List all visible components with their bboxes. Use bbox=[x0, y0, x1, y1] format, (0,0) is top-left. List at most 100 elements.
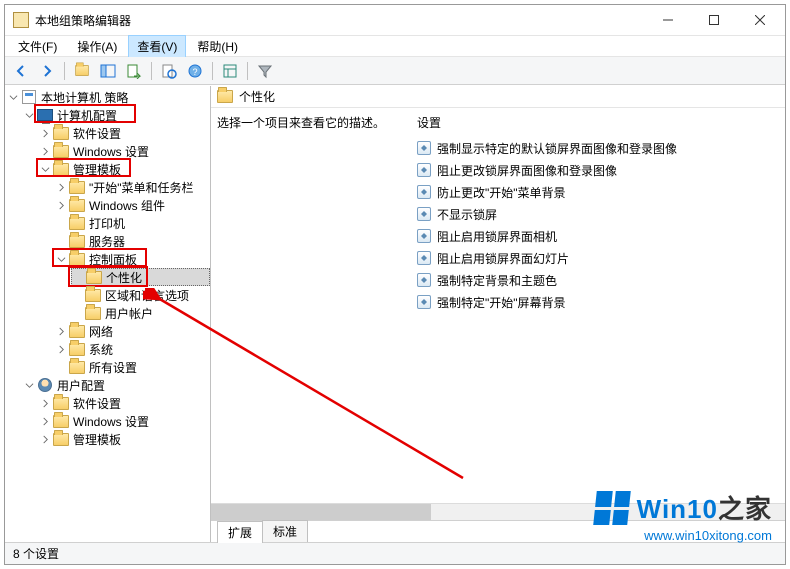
tree-admin-templates[interactable]: 管理模板 bbox=[39, 160, 210, 178]
tree-label: 软件设置 bbox=[73, 125, 121, 142]
tree-control-panel[interactable]: 控制面板 bbox=[55, 250, 210, 268]
content-header: 个性化 bbox=[211, 86, 785, 108]
chevron-right-icon[interactable] bbox=[39, 397, 51, 409]
chevron-right-icon[interactable] bbox=[39, 433, 51, 445]
toolbar-separator bbox=[247, 62, 248, 80]
tree-all-settings[interactable]: 所有设置 bbox=[55, 358, 210, 376]
chevron-right-icon[interactable] bbox=[39, 127, 51, 139]
up-button[interactable] bbox=[70, 60, 94, 82]
folder-icon bbox=[53, 431, 69, 447]
chevron-right-icon[interactable] bbox=[39, 415, 51, 427]
tree-server[interactable]: 服务器 bbox=[55, 232, 210, 250]
folder-icon bbox=[69, 179, 85, 195]
tree-win-components[interactable]: Windows 组件 bbox=[55, 196, 210, 214]
show-hide-tree-button[interactable] bbox=[96, 60, 120, 82]
tree-personalization[interactable]: 个性化 bbox=[71, 268, 210, 286]
menu-view[interactable]: 查看(V) bbox=[128, 35, 186, 58]
back-button[interactable] bbox=[9, 60, 33, 82]
list-item[interactable]: 阻止更改锁屏界面图像和登录图像 bbox=[417, 159, 779, 181]
minimize-button[interactable] bbox=[645, 6, 691, 34]
list-item[interactable]: 阻止启用锁屏界面相机 bbox=[417, 225, 779, 247]
chevron-down-icon[interactable] bbox=[7, 91, 19, 103]
tree-label: 用户配置 bbox=[57, 377, 105, 394]
policy-icon bbox=[417, 141, 431, 155]
help-button[interactable]: ? bbox=[183, 60, 207, 82]
menu-file[interactable]: 文件(F) bbox=[9, 35, 66, 58]
tree-label: Windows 组件 bbox=[89, 197, 165, 214]
tab-standard[interactable]: 标准 bbox=[262, 520, 308, 542]
tree-network[interactable]: 网络 bbox=[55, 322, 210, 340]
folder-icon bbox=[69, 197, 85, 213]
tree-win-settings[interactable]: Windows 设置 bbox=[39, 142, 210, 160]
menu-action[interactable]: 操作(A) bbox=[68, 35, 126, 58]
tree-label: 本地计算机 策略 bbox=[41, 89, 128, 106]
list-item[interactable]: 不显示锁屏 bbox=[417, 203, 779, 225]
forward-button[interactable] bbox=[35, 60, 59, 82]
scrollbar-thumb[interactable] bbox=[211, 504, 431, 520]
tree-pane[interactable]: 本地计算机 策略 计算机配置 bbox=[5, 86, 211, 542]
tree-label: 网络 bbox=[89, 323, 113, 340]
tree-u-win-settings[interactable]: Windows 设置 bbox=[39, 412, 210, 430]
tree-label: 管理模板 bbox=[73, 161, 121, 178]
tree-region-lang[interactable]: 区域和语言选项 bbox=[71, 286, 210, 304]
tree-user-accounts[interactable]: 用户帐户 bbox=[71, 304, 210, 322]
folder-icon bbox=[85, 305, 101, 321]
menu-help[interactable]: 帮助(H) bbox=[188, 35, 247, 58]
tree-label: 打印机 bbox=[89, 215, 125, 232]
chevron-right-icon[interactable] bbox=[55, 199, 67, 211]
tree-system[interactable]: 系统 bbox=[55, 340, 210, 358]
chevron-down-icon[interactable] bbox=[23, 379, 35, 391]
export-list-button[interactable] bbox=[122, 60, 146, 82]
tree-sw-settings[interactable]: 软件设置 bbox=[39, 124, 210, 142]
tree-user-config[interactable]: 用户配置 bbox=[23, 376, 210, 394]
policy-icon bbox=[417, 207, 431, 221]
menubar: 文件(F) 操作(A) 查看(V) 帮助(H) bbox=[5, 35, 785, 57]
properties-button[interactable] bbox=[218, 60, 242, 82]
list-item[interactable]: 强制显示特定的默认锁屏界面图像和登录图像 bbox=[417, 137, 779, 159]
chevron-down-icon[interactable] bbox=[23, 109, 35, 121]
list-item[interactable]: 强制特定背景和主题色 bbox=[417, 269, 779, 291]
policy-icon bbox=[417, 251, 431, 265]
tree-start-taskbar[interactable]: "开始"菜单和任务栏 bbox=[55, 178, 210, 196]
svg-text:?: ? bbox=[192, 67, 197, 77]
folder-icon bbox=[53, 395, 69, 411]
tree-root[interactable]: 本地计算机 策略 bbox=[7, 88, 210, 106]
tab-extended[interactable]: 扩展 bbox=[217, 521, 263, 543]
toolbar-separator bbox=[212, 62, 213, 80]
app-icon bbox=[13, 12, 29, 28]
tree-computer-config[interactable]: 计算机配置 bbox=[23, 106, 210, 124]
tree-label: 管理模板 bbox=[73, 431, 121, 448]
horizontal-scrollbar[interactable] bbox=[211, 503, 785, 520]
chevron-right-icon[interactable] bbox=[55, 181, 67, 193]
list-item[interactable]: 强制特定"开始"屏幕背景 bbox=[417, 291, 779, 313]
chevron-down-icon[interactable] bbox=[39, 163, 51, 175]
maximize-button[interactable] bbox=[691, 6, 737, 34]
toolbar-separator bbox=[151, 62, 152, 80]
folder-icon bbox=[69, 359, 85, 375]
list-column-header[interactable]: 设置 bbox=[417, 114, 779, 137]
tree-label: 所有设置 bbox=[89, 359, 137, 376]
close-button[interactable] bbox=[737, 6, 783, 34]
folder-icon bbox=[53, 413, 69, 429]
chevron-right-icon[interactable] bbox=[39, 145, 51, 157]
filter-button[interactable] bbox=[253, 60, 277, 82]
policy-icon bbox=[417, 273, 431, 287]
tree-u-admin-templates[interactable]: 管理模板 bbox=[39, 430, 210, 448]
tree-label: "开始"菜单和任务栏 bbox=[89, 179, 194, 196]
list-item-label: 防止更改"开始"菜单背景 bbox=[437, 184, 566, 201]
list-item-label: 强制特定背景和主题色 bbox=[437, 272, 557, 289]
folder-icon bbox=[53, 143, 69, 159]
chevron-right-icon[interactable] bbox=[55, 325, 67, 337]
tree-printers[interactable]: 打印机 bbox=[55, 214, 210, 232]
root-policy-icon bbox=[21, 89, 37, 105]
list-item[interactable]: 防止更改"开始"菜单背景 bbox=[417, 181, 779, 203]
list-item[interactable]: 阻止启用锁屏界面幻灯片 bbox=[417, 247, 779, 269]
tree-label: 软件设置 bbox=[73, 395, 121, 412]
folder-icon bbox=[53, 125, 69, 141]
user-icon bbox=[37, 377, 53, 393]
titlebar: 本地组策略编辑器 bbox=[5, 5, 785, 35]
chevron-down-icon[interactable] bbox=[55, 253, 67, 265]
refresh-button[interactable] bbox=[157, 60, 181, 82]
chevron-right-icon[interactable] bbox=[55, 343, 67, 355]
tree-u-sw-settings[interactable]: 软件设置 bbox=[39, 394, 210, 412]
